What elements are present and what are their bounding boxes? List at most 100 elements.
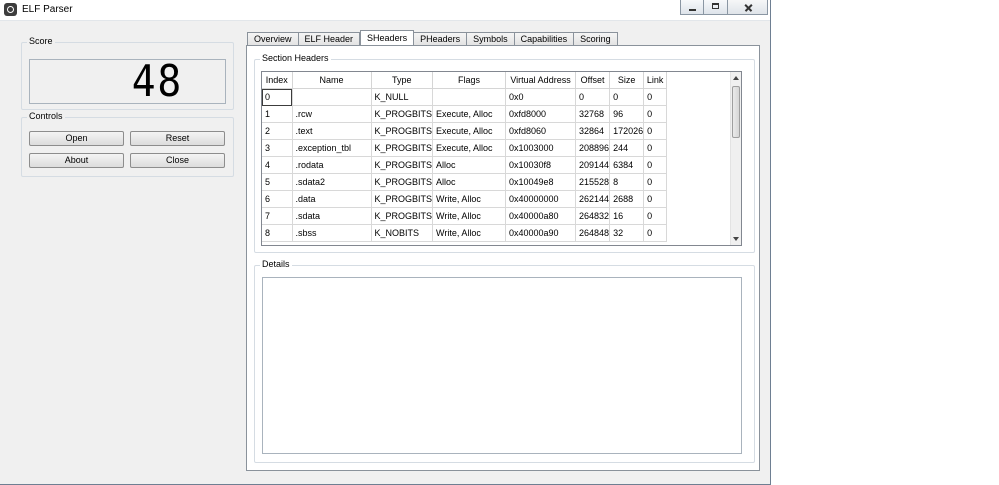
close-button[interactable]: Close xyxy=(130,153,225,168)
table-cell[interactable]: 7 xyxy=(262,207,293,225)
table-cell[interactable]: 32864 xyxy=(575,122,611,140)
table-cell[interactable]: 0x0 xyxy=(505,88,577,106)
column-header[interactable]: Offset xyxy=(575,72,611,89)
table-cell[interactable]: 215528 xyxy=(575,173,611,191)
close-window-icon[interactable] xyxy=(728,0,768,15)
table-cell[interactable]: K_PROGBITS xyxy=(371,122,434,140)
table-vertical-scrollbar[interactable] xyxy=(730,72,741,245)
table-cell[interactable]: 0 xyxy=(643,139,668,157)
table-row[interactable]: 4 .rodata K_PROGBITS Alloc 0x10030f8 209144 63… xyxy=(262,156,668,174)
table-cell[interactable] xyxy=(432,88,507,106)
table-cell[interactable]: 0 xyxy=(643,156,668,174)
table-cell[interactable]: K_PROGBITS xyxy=(371,156,434,174)
table-cell[interactable]: Execute, Alloc xyxy=(432,105,507,123)
table-cell[interactable]: 209144 xyxy=(575,156,611,174)
table-cell[interactable]: 8 xyxy=(262,224,293,242)
scroll-down-icon[interactable] xyxy=(733,237,739,241)
table-cell[interactable]: 0x10030f8 xyxy=(505,156,577,174)
table-row[interactable]: 3 .exception_tbl K_PROGBITS Execute, Alloc 0… xyxy=(262,139,668,157)
tab-overview[interactable]: Overview xyxy=(247,32,299,45)
tab-capabilities[interactable]: Capabilities xyxy=(514,32,575,45)
table-cell[interactable]: Write, Alloc xyxy=(432,190,507,208)
table-cell[interactable]: 0 xyxy=(643,122,668,140)
table-cell[interactable]: 0x1003000 xyxy=(505,139,577,157)
table-cell[interactable]: 264848 xyxy=(575,224,611,242)
tab-elf-header[interactable]: ELF Header xyxy=(298,32,361,45)
column-header[interactable]: Flags xyxy=(432,72,507,89)
table-cell[interactable]: K_NOBITS xyxy=(371,224,434,242)
table-cell[interactable]: 2688 xyxy=(609,190,645,208)
table-cell[interactable]: 0 xyxy=(643,88,668,106)
table-cell[interactable]: 0 xyxy=(643,105,668,123)
table-cell[interactable]: 96 xyxy=(609,105,645,123)
table-cell[interactable]: .text xyxy=(292,122,372,140)
table-cell[interactable]: 264832 xyxy=(575,207,611,225)
table-cell[interactable]: 16 xyxy=(609,207,645,225)
table-cell[interactable]: 32 xyxy=(609,224,645,242)
table-cell[interactable]: 0 xyxy=(643,207,668,225)
column-header[interactable]: Name xyxy=(292,72,372,89)
table-row[interactable]: 8 .sbss K_NOBITS Write, Alloc 0x40000a90 2648… xyxy=(262,224,668,242)
table-cell[interactable]: .sbss xyxy=(292,224,372,242)
details-textbox[interactable] xyxy=(262,277,742,454)
table-cell[interactable] xyxy=(292,88,372,106)
table-cell[interactable]: 208896 xyxy=(575,139,611,157)
table-cell[interactable]: 0xfd8000 xyxy=(505,105,577,123)
table-cell[interactable]: 1 xyxy=(262,105,293,123)
section-headers-table[interactable]: Index Name Type Flags Virtual Address Of… xyxy=(261,71,742,246)
column-header[interactable]: Size xyxy=(609,72,645,89)
table-cell[interactable]: 8 xyxy=(609,173,645,191)
table-cell[interactable]: Execute, Alloc xyxy=(432,139,507,157)
table-cell[interactable]: 32768 xyxy=(575,105,611,123)
table-cell[interactable]: 0 xyxy=(643,173,668,191)
table-cell[interactable]: .data xyxy=(292,190,372,208)
table-cell[interactable]: .exception_tbl xyxy=(292,139,372,157)
table-cell[interactable]: 0 xyxy=(643,224,668,242)
tab-scoring[interactable]: Scoring xyxy=(574,32,618,45)
table-cell[interactable]: 262144 xyxy=(575,190,611,208)
column-header[interactable]: Type xyxy=(371,72,434,89)
table-cell[interactable]: Alloc xyxy=(432,173,507,191)
table-cell[interactable]: K_PROGBITS xyxy=(371,207,434,225)
tab-sheaders[interactable]: SHeaders xyxy=(360,30,415,45)
table-cell[interactable]: Write, Alloc xyxy=(432,224,507,242)
table-cell[interactable]: K_PROGBITS xyxy=(371,139,434,157)
table-cell[interactable]: 0x10049e8 xyxy=(505,173,577,191)
table-cell[interactable]: Alloc xyxy=(432,156,507,174)
table-cell[interactable]: Execute, Alloc xyxy=(432,122,507,140)
table-cell[interactable]: 0x40000a80 xyxy=(505,207,577,225)
table-cell[interactable]: 172026 xyxy=(609,122,645,140)
table-cell[interactable]: .rodata xyxy=(292,156,372,174)
tab-pheaders[interactable]: PHeaders xyxy=(414,32,468,45)
about-button[interactable]: About xyxy=(29,153,124,168)
column-header[interactable]: Index xyxy=(262,72,293,89)
table-cell[interactable]: 0 xyxy=(609,88,645,106)
table-cell[interactable]: 0 xyxy=(575,88,611,106)
table-cell[interactable]: K_NULL xyxy=(371,88,434,106)
table-row[interactable]: 1 .rcw K_PROGBITS Execute, Alloc 0xfd8000 327… xyxy=(262,105,668,123)
maximize-icon[interactable] xyxy=(704,0,728,15)
table-cell[interactable]: 0x40000a90 xyxy=(505,224,577,242)
table-cell[interactable]: 3 xyxy=(262,139,293,157)
scroll-thumb[interactable] xyxy=(732,86,740,138)
table-cell[interactable]: 4 xyxy=(262,156,293,174)
table-cell[interactable]: 0xfd8060 xyxy=(505,122,577,140)
table-cell[interactable]: .rcw xyxy=(292,105,372,123)
table-row[interactable]: 2 .text K_PROGBITS Execute, Alloc 0xfd8060 32… xyxy=(262,122,668,140)
table-cell[interactable]: 0 xyxy=(643,190,668,208)
table-cell[interactable]: 0 xyxy=(262,88,293,106)
tab-symbols[interactable]: Symbols xyxy=(467,32,515,45)
table-row[interactable]: 6 .data K_PROGBITS Write, Alloc 0x40000000 26… xyxy=(262,190,668,208)
table-row[interactable]: 0 K_NULL 0x0 0 0 0 xyxy=(262,88,668,106)
table-row[interactable]: 7 .sdata K_PROGBITS Write, Alloc 0x40000a80 2… xyxy=(262,207,668,225)
open-button[interactable]: Open xyxy=(29,131,124,146)
title-bar[interactable]: ELF Parser xyxy=(0,0,770,21)
table-cell[interactable]: 0x40000000 xyxy=(505,190,577,208)
table-cell[interactable]: K_PROGBITS xyxy=(371,105,434,123)
scroll-up-icon[interactable] xyxy=(733,76,739,80)
table-cell[interactable]: .sdata2 xyxy=(292,173,372,191)
table-cell[interactable]: 2 xyxy=(262,122,293,140)
reset-button[interactable]: Reset xyxy=(130,131,225,146)
column-header[interactable]: Virtual Address xyxy=(505,72,577,89)
table-cell[interactable]: 6384 xyxy=(609,156,645,174)
